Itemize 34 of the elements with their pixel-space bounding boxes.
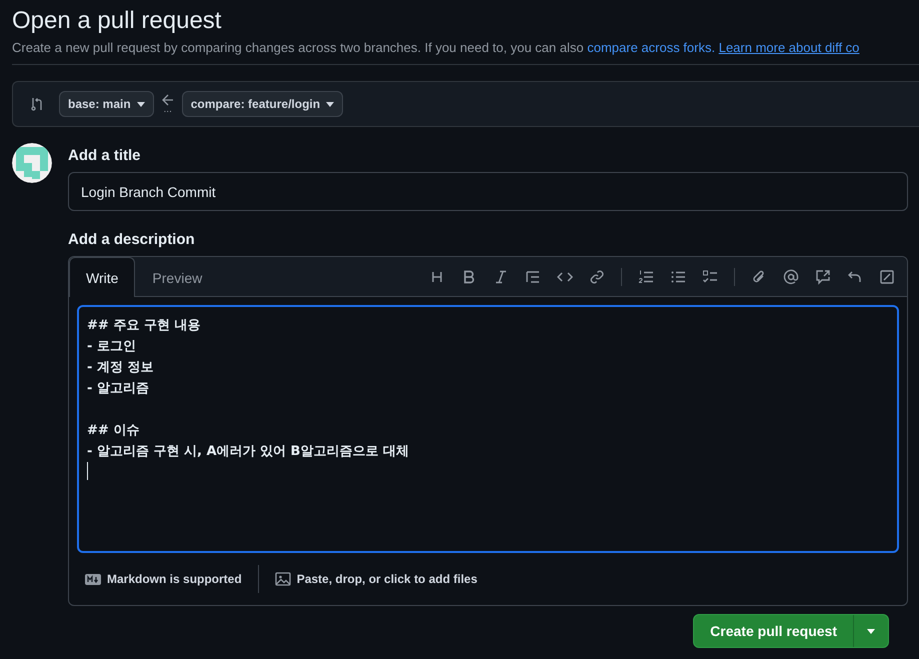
italic-icon[interactable] <box>493 268 509 284</box>
left-arrow-icon <box>162 94 174 106</box>
undo-icon[interactable] <box>847 268 863 284</box>
description-label: Add a description <box>68 231 196 248</box>
caret-icon <box>136 102 145 106</box>
text-cursor <box>87 462 88 480</box>
markdown-icon <box>85 574 101 584</box>
task-list-icon[interactable] <box>702 268 718 284</box>
markdown-hint[interactable]: Markdown is supported <box>85 572 242 586</box>
quote-icon[interactable] <box>525 268 541 284</box>
title-input[interactable]: Login Branch Commit <box>68 172 908 211</box>
page-description: Create a new pull request by comparing changes across two branches. If you need to, you can also compare across forks. Learn more about diff co <box>12 40 860 55</box>
learn-more-link[interactable]: Learn more about diff co <box>718 40 860 55</box>
base-branch-dropdown[interactable]: base: main <box>59 91 154 117</box>
identicon-avatar <box>12 143 52 183</box>
image-icon <box>274 571 291 587</box>
bold-icon[interactable] <box>461 268 477 284</box>
editor-tab[interactable]: Preview <box>135 257 220 297</box>
editor-tab[interactable]: Write <box>69 257 136 297</box>
title-label: Add a title <box>68 147 142 164</box>
slash-command-icon[interactable] <box>879 268 895 284</box>
mention-icon[interactable] <box>783 268 799 284</box>
ellipsis: ... <box>164 106 172 114</box>
bullet-list-icon[interactable] <box>670 268 686 284</box>
description-textarea[interactable]: ## 주요 구현 내용 - 로그인 - 계정 정보 - 알고리즘 ## 이슈 - 알고리즘 구현 시, A에러가 있어 B알고리즘으로 대체 <box>77 305 899 553</box>
page-title: Open a pull request <box>12 6 222 36</box>
link-icon[interactable] <box>589 268 605 284</box>
attach-files-hint[interactable]: Paste, drop, or click to add files <box>274 571 478 587</box>
caret-icon <box>326 102 334 106</box>
compare-forks-link[interactable]: compare across forks. <box>587 40 716 55</box>
caret-icon <box>867 628 875 634</box>
reference-icon[interactable] <box>815 268 831 284</box>
numbered-list-icon[interactable] <box>638 268 654 284</box>
compare-branch-dropdown[interactable]: compare: feature/login <box>182 91 344 117</box>
